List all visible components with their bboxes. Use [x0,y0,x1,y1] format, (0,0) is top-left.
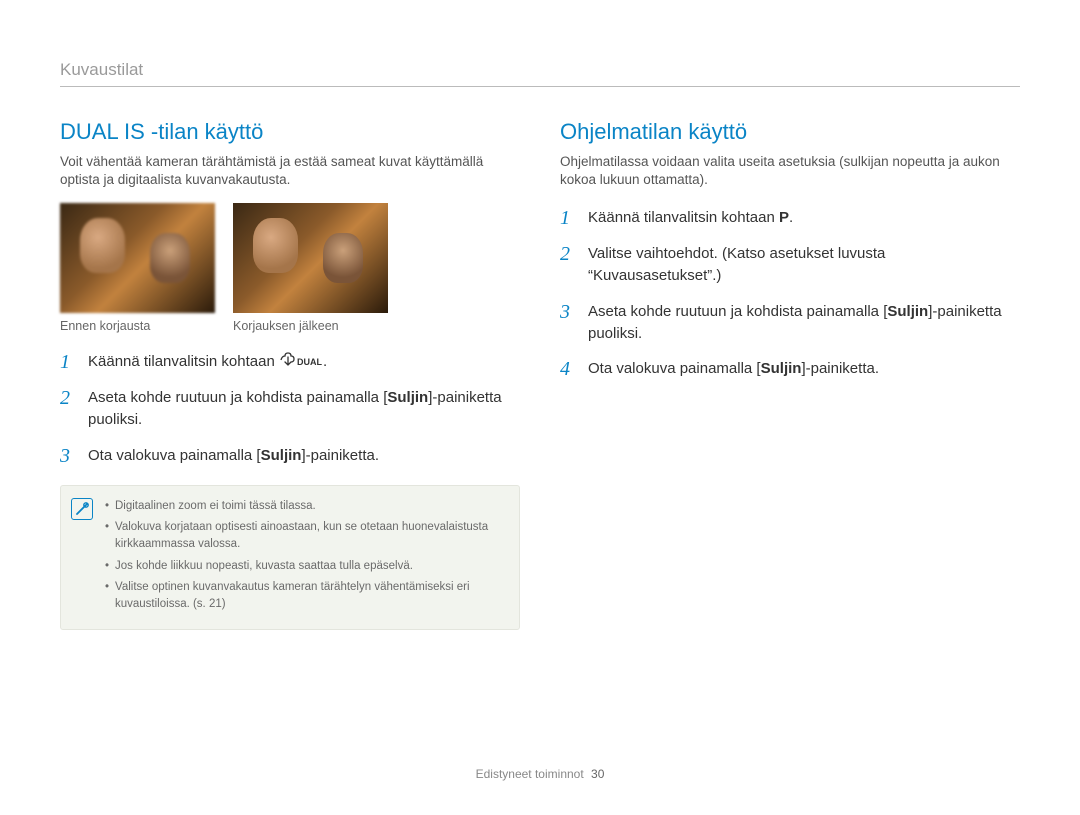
left-column: DUAL IS -tilan käyttö Voit vähentää kame… [60,119,520,630]
photo-comparison: Ennen korjausta Korjauksen jälkeen [60,203,520,333]
step-text: Aseta kohde ruutuun ja kohdista painamal… [588,301,1020,345]
step-1: 1 Käännä tilanvalitsin kohtaan DUAL . [60,351,520,373]
photo-before-caption: Ennen korjausta [60,319,215,333]
right-column: Ohjelmatilan käyttö Ohjelmatilassa voida… [560,119,1020,630]
photo-after [233,203,388,313]
info-item: Digitaalinen zoom ei toimi tässä tilassa… [105,498,505,515]
step-1: 1 Käännä tilanvalitsin kohtaan P. [560,207,1020,229]
step-text-bold: Suljin [761,360,802,377]
program-mode-intro: Ohjelmatilassa voidaan valita useita ase… [560,153,1020,189]
step-text: Aseta kohde ruutuun ja kohdista painamal… [88,387,520,431]
step-text-part: Ota valokuva painamalla [ [88,447,261,464]
step-number: 4 [560,358,578,380]
step-text-part: Käännä tilanvalitsin kohtaan [588,209,779,226]
step-number: 3 [60,445,78,467]
step-text-part: ]-painiketta. [301,447,379,464]
step-2: 2 Aseta kohde ruutuun ja kohdista painam… [60,387,520,431]
dual-is-steps: 1 Käännä tilanvalitsin kohtaan DUAL . [60,351,520,467]
info-item: Valokuva korjataan optisesti ainoastaan,… [105,519,505,554]
info-item: Valitse optinen kuvanvakautus kameran tä… [105,579,505,614]
step-number: 1 [60,351,78,373]
step-text-part: . [323,353,327,370]
info-box: Digitaalinen zoom ei toimi tässä tilassa… [60,485,520,631]
step-2: 2 Valitse vaihtoehdot. (Katso asetukset … [560,243,1020,287]
step-4: 4 Ota valokuva painamalla [Suljin]-paini… [560,358,1020,380]
note-icon [71,498,93,520]
step-text-part: ]-painiketta. [801,360,879,377]
photo-after-caption: Korjauksen jälkeen [233,319,388,333]
photo-after-block: Korjauksen jälkeen [233,203,388,333]
chapter-title: Kuvaustilat [60,60,1020,87]
step-text-part: . [789,209,793,226]
step-text: Käännä tilanvalitsin kohtaan DUAL . [88,351,327,373]
step-3: 3 Ota valokuva painamalla [Suljin]-paini… [60,445,520,467]
step-text-part: Ota valokuva painamalla [ [588,360,761,377]
dual-mode-icon: DUAL [279,351,323,369]
dual-is-intro: Voit vähentää kameran tärähtämistä ja es… [60,153,520,189]
page-footer: Edistyneet toiminnot 30 [0,767,1080,781]
step-text-part: Aseta kohde ruutuun ja kohdista painamal… [588,303,887,320]
program-mode-heading: Ohjelmatilan käyttö [560,119,1020,145]
photo-before [60,203,215,313]
dual-is-heading: DUAL IS -tilan käyttö [60,119,520,145]
step-text: Ota valokuva painamalla [Suljin]-painike… [588,358,879,380]
step-number: 2 [560,243,578,265]
info-list: Digitaalinen zoom ei toimi tässä tilassa… [105,498,505,614]
step-text: Käännä tilanvalitsin kohtaan P. [588,207,793,229]
step-text-bold: Suljin [887,303,928,320]
step-text-part: Aseta kohde ruutuun ja kohdista painamal… [88,389,387,406]
page-number: 30 [591,767,604,781]
program-mode-steps: 1 Käännä tilanvalitsin kohtaan P. 2 Vali… [560,207,1020,380]
step-3: 3 Aseta kohde ruutuun ja kohdista painam… [560,301,1020,345]
step-text: Ota valokuva painamalla [Suljin]-painike… [88,445,379,467]
photo-before-block: Ennen korjausta [60,203,215,333]
mode-p-icon: P [779,209,789,226]
step-text-part: Käännä tilanvalitsin kohtaan [88,353,279,370]
svg-text:DUAL: DUAL [297,357,322,367]
step-text-bold: Suljin [387,389,428,406]
footer-section: Edistyneet toiminnot [476,767,584,781]
step-text: Valitse vaihtoehdot. (Katso asetukset lu… [588,243,1020,287]
info-item: Jos kohde liikkuu nopeasti, kuvasta saat… [105,558,505,575]
step-number: 3 [560,301,578,323]
step-text-bold: Suljin [261,447,302,464]
step-number: 1 [560,207,578,229]
content-columns: DUAL IS -tilan käyttö Voit vähentää kame… [60,119,1020,630]
step-number: 2 [60,387,78,409]
